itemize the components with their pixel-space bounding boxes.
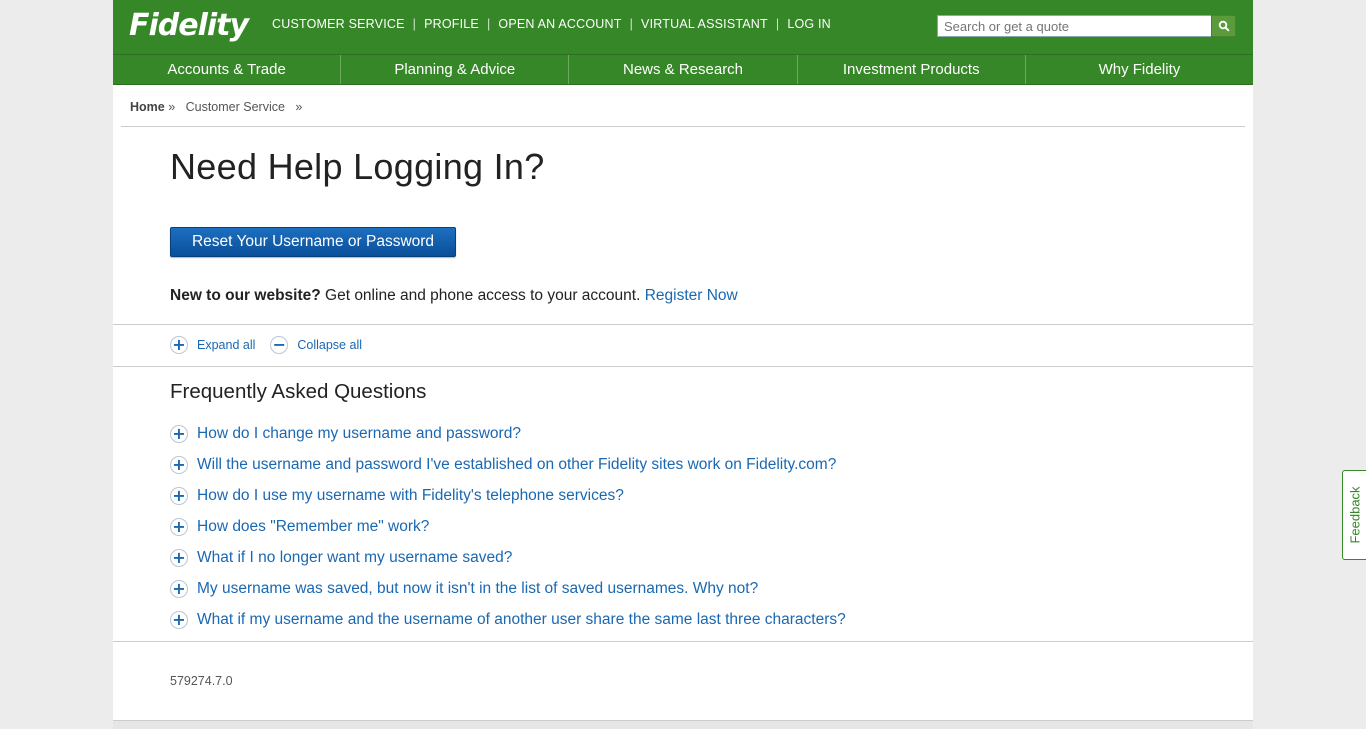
expand-icon[interactable]: + (170, 455, 188, 474)
divider (113, 366, 1253, 367)
main-nav: Accounts & Trade Planning & Advice News … (113, 55, 1253, 85)
search-input[interactable] (937, 15, 1211, 37)
version-number: 579274.7.0 (170, 674, 233, 688)
separator: | (412, 17, 417, 31)
search-icon (1218, 20, 1230, 32)
faq-item: + How do I change my username and passwor… (170, 418, 846, 449)
faq-question-link[interactable]: How do I change my username and password… (197, 425, 521, 443)
nav-accounts-trade[interactable]: Accounts & Trade (113, 55, 342, 84)
feedback-tab[interactable]: Feedback (1342, 470, 1366, 560)
faq-list: + How do I change my username and passwor… (170, 418, 846, 635)
expand-collapse-controls: + Expand all − Collapse all (170, 336, 362, 354)
new-user-message: New to our website? Get online and phone… (170, 287, 738, 305)
breadcrumb: Home » Customer Service » (130, 100, 302, 114)
faq-item: + Will the username and password I've est… (170, 449, 846, 480)
new-user-bold: New to our website? (170, 287, 321, 304)
page-title: Need Help Logging In? (170, 146, 545, 187)
collapse-all-link[interactable]: Collapse all (297, 338, 362, 352)
expand-icon[interactable]: + (170, 336, 188, 354)
faq-heading: Frequently Asked Questions (170, 380, 427, 403)
search-box (937, 15, 1236, 39)
nav-news-research[interactable]: News & Research (569, 55, 798, 84)
faq-item: + What if my username and the username of… (170, 604, 846, 635)
nav-planning-advice[interactable]: Planning & Advice (341, 55, 570, 84)
expand-all-link[interactable]: Expand all (197, 338, 255, 352)
expand-icon[interactable]: + (170, 610, 188, 629)
breadcrumb-customer-service[interactable]: Customer Service (186, 100, 285, 114)
divider (113, 324, 1253, 325)
faq-question-link[interactable]: How do I use my username with Fidelity's… (197, 487, 624, 505)
page-container: Fidelity CUSTOMER SERVICE | PROFILE | OP… (113, 0, 1253, 729)
utility-nav: CUSTOMER SERVICE | PROFILE | OPEN AN ACC… (272, 17, 831, 31)
collapse-icon[interactable]: − (270, 336, 289, 354)
search-button[interactable] (1211, 15, 1236, 37)
faq-question-link[interactable]: My username was saved, but now it isn't … (197, 580, 758, 598)
divider (113, 641, 1253, 642)
expand-icon[interactable]: + (170, 548, 188, 567)
feedback-label: Feedback (1347, 486, 1362, 544)
faq-question-link[interactable]: What if my username and the username of … (197, 611, 846, 629)
separator: | (486, 17, 491, 31)
fidelity-logo[interactable]: Fidelity (129, 8, 249, 43)
divider (121, 126, 1245, 127)
breadcrumb-separator: » (168, 100, 176, 114)
utility-link-customer-service[interactable]: CUSTOMER SERVICE (272, 17, 405, 31)
expand-icon[interactable]: + (170, 517, 188, 536)
faq-item: + How does "Remember me" work? (170, 511, 846, 542)
faq-question-link[interactable]: What if I no longer want my username sav… (197, 549, 512, 567)
header-bar: Fidelity CUSTOMER SERVICE | PROFILE | OP… (113, 0, 1253, 55)
utility-link-virtual-assistant[interactable]: VIRTUAL ASSISTANT (641, 17, 768, 31)
faq-item: + How do I use my username with Fidelity'… (170, 480, 846, 511)
breadcrumb-home[interactable]: Home (130, 100, 165, 114)
expand-icon[interactable]: + (170, 424, 188, 443)
nav-why-fidelity[interactable]: Why Fidelity (1026, 55, 1253, 84)
breadcrumb-separator: » (295, 100, 303, 114)
utility-link-open-account[interactable]: OPEN AN ACCOUNT (498, 17, 621, 31)
faq-question-link[interactable]: How does "Remember me" work? (197, 518, 429, 536)
separator: | (775, 17, 780, 31)
faq-question-link[interactable]: Will the username and password I've esta… (197, 456, 836, 474)
nav-investment-products[interactable]: Investment Products (798, 55, 1026, 84)
register-now-link[interactable]: Register Now (645, 287, 738, 304)
faq-item: + My username was saved, but now it isn't… (170, 573, 846, 604)
faq-item: + What if I no longer want my username sa… (170, 542, 846, 573)
new-user-text: Get online and phone access to your acco… (320, 287, 645, 304)
separator: | (629, 17, 634, 31)
expand-icon[interactable]: + (170, 579, 188, 598)
utility-link-profile[interactable]: PROFILE (424, 17, 479, 31)
expand-icon[interactable]: + (170, 486, 188, 505)
reset-username-password-button[interactable]: Reset Your Username or Password (170, 227, 456, 257)
utility-link-log-in[interactable]: LOG IN (787, 17, 831, 31)
